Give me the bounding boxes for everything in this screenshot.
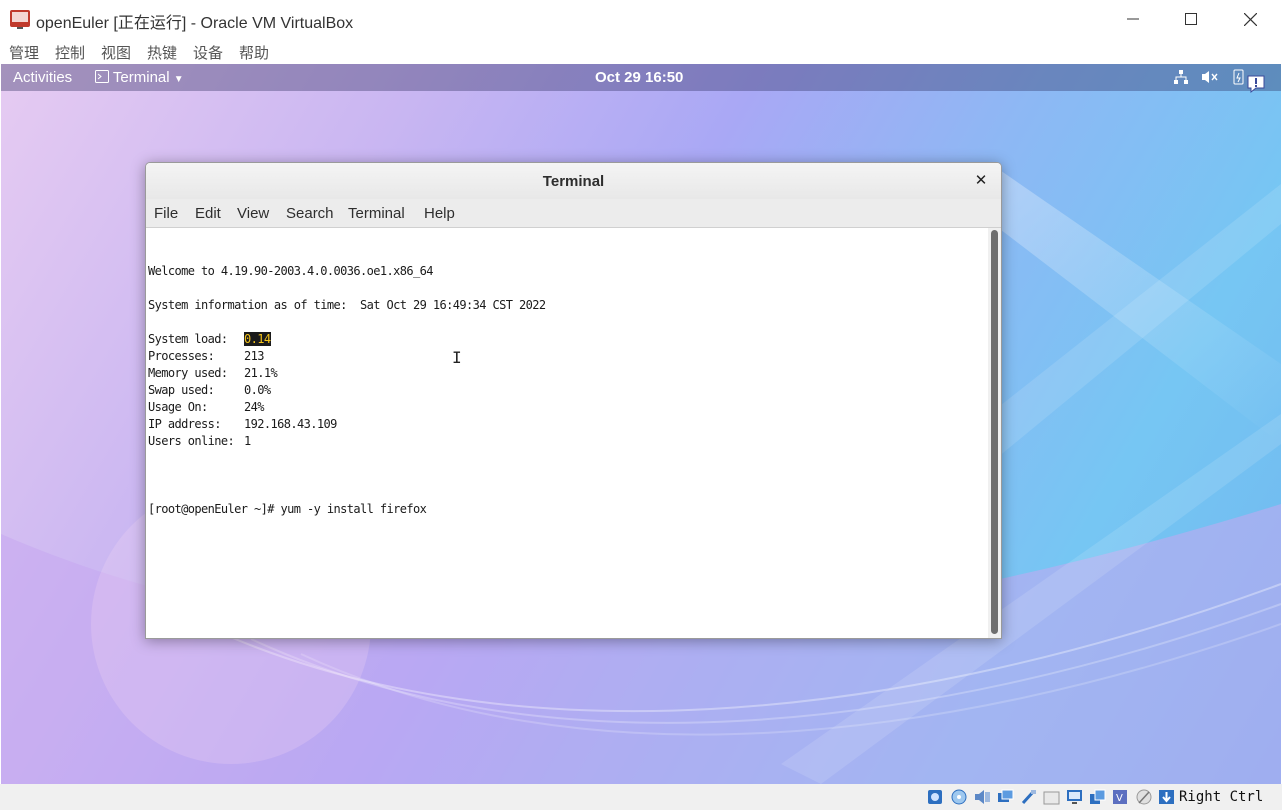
minimize-button[interactable] [1104,4,1162,34]
text-cursor-icon: I [452,348,462,367]
terminal-headerbar[interactable]: Terminal ✕ [146,163,1001,200]
app-menu-label: Terminal [112,69,170,86]
stat-label: System load: [148,332,228,346]
stat-value-processes: 213 [244,349,264,363]
minimize-icon [1127,18,1139,20]
recording-icon[interactable] [1088,788,1106,805]
maximize-icon [1185,13,1197,25]
activities-button[interactable]: Activities [13,69,72,86]
close-button[interactable] [1221,4,1279,34]
optical-drive-icon[interactable] [950,788,968,805]
host-key-label: Right Ctrl [1179,789,1264,805]
stat-label: IP address: [148,417,221,431]
terminal-menu-edit[interactable]: Edit [195,205,221,222]
menu-help[interactable]: 帮助 [239,42,269,63]
terminal-menu-terminal[interactable]: Terminal [348,205,405,222]
cpu-virtualization-icon[interactable]: V [1111,788,1129,805]
terminal-menubar: File Edit View Search Terminal Help [146,199,1001,228]
menu-view[interactable]: 视图 [101,42,131,63]
stat-value-memory: 21.1% [244,366,278,380]
menu-devices[interactable]: 设备 [193,42,223,63]
sysinfo-line: System information as of time: Sat Oct 2… [148,298,546,312]
keyboard-capture-icon[interactable] [1157,788,1175,805]
shared-folder-icon[interactable] [1042,788,1060,805]
gnome-top-bar: Activities Terminal ▼ Oct 29 16:50 [1,64,1281,94]
chevron-down-icon: ▼ [173,74,184,85]
usb-icon[interactable] [1019,788,1037,805]
hard-disk-icon[interactable] [926,788,944,805]
svg-text:V: V [1116,793,1123,804]
notification-alert-icon[interactable] [1246,74,1266,98]
vbox-menubar: 管理 控制 视图 热键 设备 帮助 [0,38,1282,64]
stat-label: Usage On: [148,400,208,414]
scrollbar-thumb[interactable] [991,230,998,634]
battery-warning-icon[interactable] [1231,68,1247,90]
virtualbox-app-icon [10,10,30,29]
menu-machine[interactable]: 管理 [9,42,39,63]
window-title: openEuler [正在运行] - Oracle VM VirtualBox [36,15,354,32]
network-wired-icon[interactable] [1173,69,1189,89]
vbox-titlebar: openEuler [正在运行] - Oracle VM VirtualBox [0,0,1282,38]
stat-value-ip: 192.168.43.109 [244,417,337,431]
terminal-close-button[interactable]: ✕ [972,172,990,190]
terminal-scrollbar[interactable] [988,228,1001,638]
stat-label: Processes: [148,349,215,363]
welcome-line: Welcome to 4.19.90-2003.4.0.0036.oe1.x86… [148,264,433,278]
stat-value-swap: 0.0% [244,383,271,397]
stat-label: Memory used: [148,366,228,380]
terminal-menu-search[interactable]: Search [286,205,334,222]
mouse-integration-icon[interactable] [1134,788,1152,805]
volume-muted-icon[interactable] [1201,69,1219,89]
terminal-app-icon [95,70,109,83]
terminal-menu-help[interactable]: Help [424,205,455,222]
stat-value-users: 1 [244,434,251,448]
app-menu-button[interactable]: Terminal ▼ [95,69,184,86]
menu-control[interactable]: 控制 [55,42,85,63]
terminal-menu-view[interactable]: View [237,205,269,222]
terminal-title: Terminal [542,173,605,190]
stat-label: Swap used: [148,383,215,397]
close-icon: ✕ [974,172,988,189]
prompt-line: [root@openEuler ~]# yum -y install firef… [148,502,427,516]
close-icon [1243,12,1257,26]
menu-input[interactable]: 热键 [147,42,177,63]
stat-value-system-load: 0.14 [244,332,271,346]
network-icon[interactable] [996,788,1014,805]
vbox-status-bar: V Right Ctrl [0,784,1282,810]
maximize-button[interactable] [1162,4,1220,34]
terminal-window[interactable]: Terminal ✕ File Edit View Search Termina… [145,162,1002,639]
stat-label: Users online: [148,434,235,448]
stat-value-usage: 24% [244,400,264,414]
display-icon[interactable] [1065,788,1083,805]
terminal-output[interactable]: Welcome to 4.19.90-2003.4.0.0036.oe1.x86… [146,228,988,638]
clock[interactable]: Oct 29 16:50 [595,69,683,86]
audio-icon[interactable] [973,788,991,805]
terminal-menu-file[interactable]: File [154,205,178,222]
